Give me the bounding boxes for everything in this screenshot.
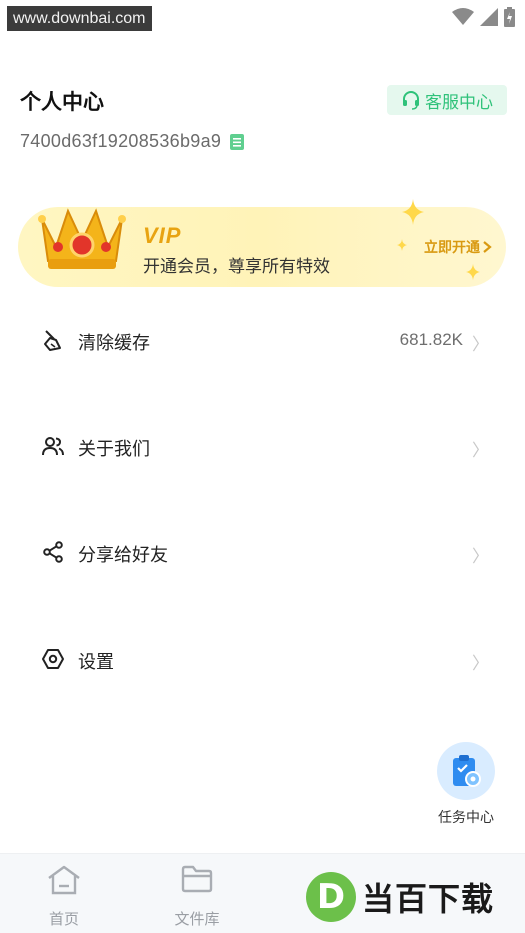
broom-icon [44,330,61,351]
status-bar: www.downbai.com [0,0,525,36]
settings-icon [42,649,64,669]
clipboard-task-icon [453,755,481,787]
wifi-icon [452,8,474,25]
menu-item-about-us[interactable]: 关于我们 〉 [0,421,525,471]
tab-home[interactable]: 首页 [14,854,114,933]
vip-banner[interactable]: VIP 开通会员，尊享所有特效 立即开通 [18,199,506,287]
chevron-right-icon: 〉 [472,547,489,566]
tab-file-library[interactable]: 文件库 [147,854,247,933]
signal-icon [480,8,498,26]
chevron-right-icon [483,241,492,253]
folder-icon [181,865,213,893]
brand-logo: D [306,872,356,922]
user-id-text: 7400d63f19208536b9a9 [20,131,222,151]
chevron-right-icon: 〉 [472,441,489,460]
menu-label: 设置 [78,652,114,672]
brand-text: 当百下载 [362,881,495,917]
user-id-row: 7400d63f19208536b9a9 [20,131,245,152]
cache-size-value: 681.82K [399,330,463,349]
customer-service-label: 客服中心 [425,92,493,112]
menu-item-share[interactable]: 分享给好友 〉 [0,527,525,577]
menu-label: 清除缓存 [78,333,150,353]
share-icon [43,541,63,563]
menu-item-clear-cache[interactable]: 清除缓存 681.82K 〉 [0,315,525,365]
tab-label: 文件库 [174,911,220,928]
task-center-label: 任务中心 [438,809,494,825]
vip-title: VIP [143,223,182,248]
chevron-right-icon: 〉 [472,335,489,354]
sparkle-icon [466,263,480,281]
menu-label: 分享给好友 [78,545,168,565]
menu-label: 关于我们 [78,439,150,459]
vip-subtitle: 开通会员，尊享所有特效 [143,257,330,276]
headset-icon [403,91,419,110]
vip-open-button[interactable]: 立即开通 [424,237,492,257]
customer-service-button[interactable]: 客服中心 [387,85,507,115]
home-icon [48,865,80,895]
sparkle-icon [402,199,424,225]
vip-open-label: 立即开通 [424,239,480,255]
sparkle-icon [397,239,407,251]
watermark-label: www.downbai.com [7,6,152,31]
brand-watermark: D 当百下载 [306,866,520,928]
task-center-button[interactable] [437,742,495,800]
crown-icon [38,208,126,269]
tab-label: 首页 [48,911,79,928]
copy-icon[interactable] [229,133,245,151]
battery-icon [504,7,515,27]
menu-item-settings[interactable]: 设置 〉 [0,634,525,684]
status-icons [452,7,515,27]
users-icon [42,437,64,456]
page-title: 个人中心 [20,91,104,114]
chevron-right-icon: 〉 [472,654,489,673]
